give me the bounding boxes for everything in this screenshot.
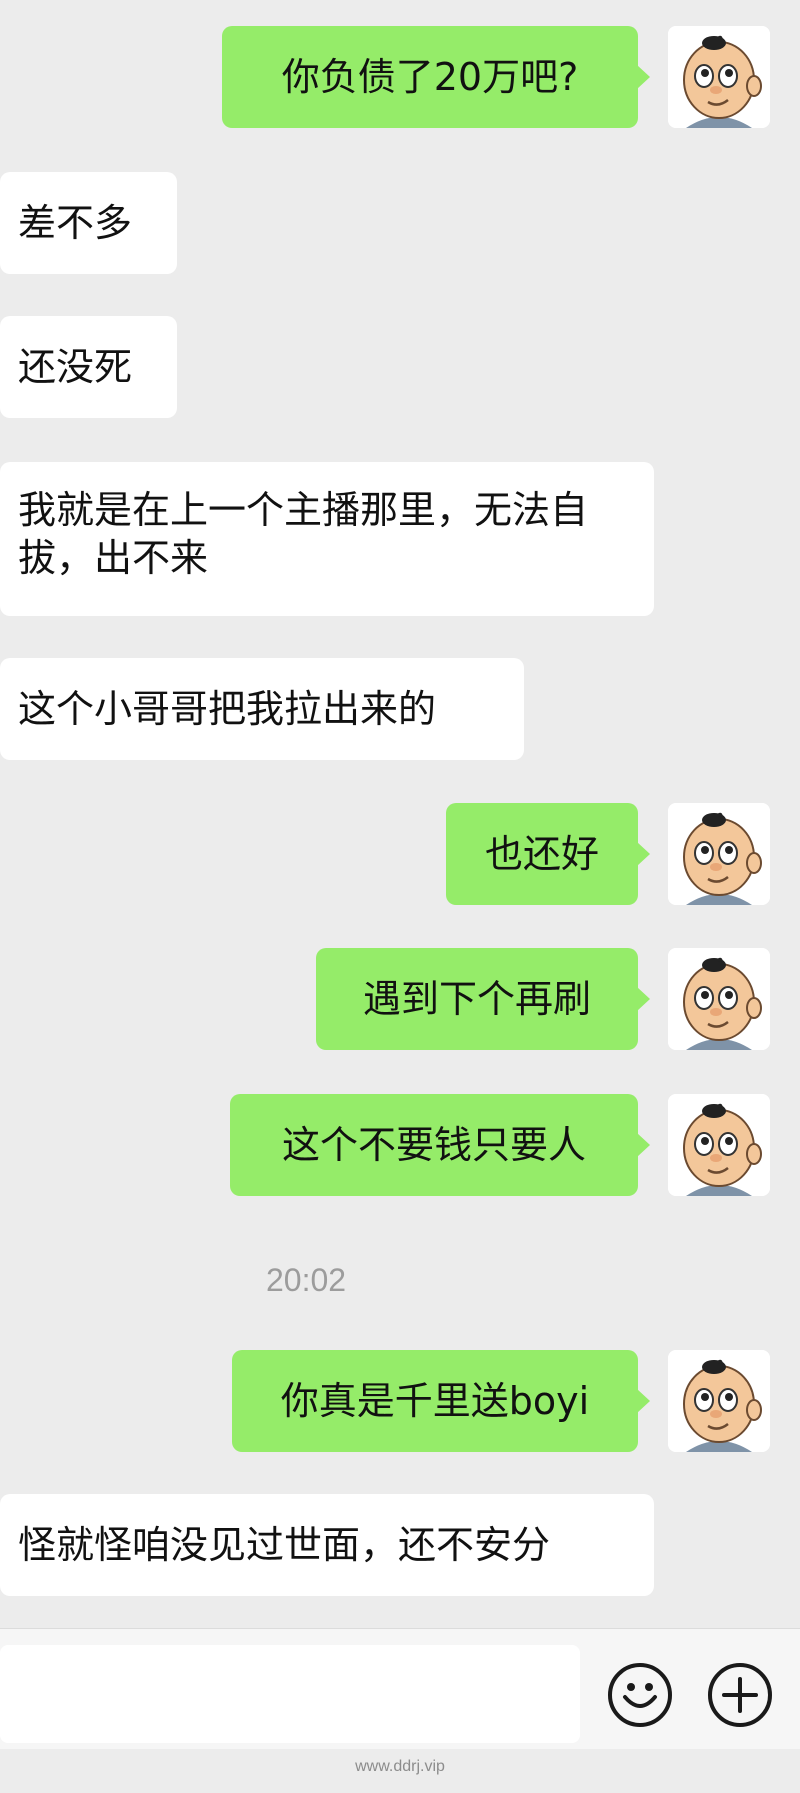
avatar[interactable] — [668, 803, 770, 905]
outgoing-message[interactable]: 遇到下个再刷 — [316, 948, 650, 1050]
chat-area[interactable]: 你负债了20万吧? 差不多 还没死 我就是在上一个主播那里，无法自拔，出不来 这… — [0, 0, 800, 1628]
avatar[interactable] — [668, 26, 770, 128]
outgoing-message[interactable]: 也还好 — [446, 803, 650, 905]
plus-icon[interactable] — [708, 1663, 772, 1727]
message-input[interactable] — [0, 1645, 580, 1743]
baby-face-icon — [668, 803, 770, 905]
avatar[interactable] — [668, 948, 770, 1050]
incoming-message[interactable]: 怪就怪咱没见过世面，还不安分 — [0, 1494, 654, 1596]
outgoing-message[interactable]: 你真是千里送boyi — [232, 1350, 650, 1452]
baby-face-icon — [668, 1094, 770, 1196]
baby-face-icon — [668, 1350, 770, 1452]
timestamp: 20:02 — [266, 1262, 347, 1298]
baby-face-icon — [668, 26, 770, 128]
watermark: www.ddrj.vip — [355, 1758, 445, 1775]
avatar[interactable] — [668, 1350, 770, 1452]
incoming-message[interactable]: 还没死 — [0, 316, 177, 418]
incoming-message[interactable]: 我就是在上一个主播那里，无法自拔，出不来 — [0, 462, 654, 616]
avatar[interactable] — [668, 1094, 770, 1196]
outgoing-message[interactable]: 你负债了20万吧? — [222, 26, 650, 128]
baby-face-icon — [668, 948, 770, 1050]
incoming-message[interactable]: 这个小哥哥把我拉出来的 — [0, 658, 524, 760]
emoji-icon[interactable] — [608, 1663, 672, 1727]
input-bar — [0, 1628, 800, 1749]
incoming-message[interactable]: 差不多 — [0, 172, 177, 274]
outgoing-message[interactable]: 这个不要钱只要人 — [230, 1094, 650, 1196]
